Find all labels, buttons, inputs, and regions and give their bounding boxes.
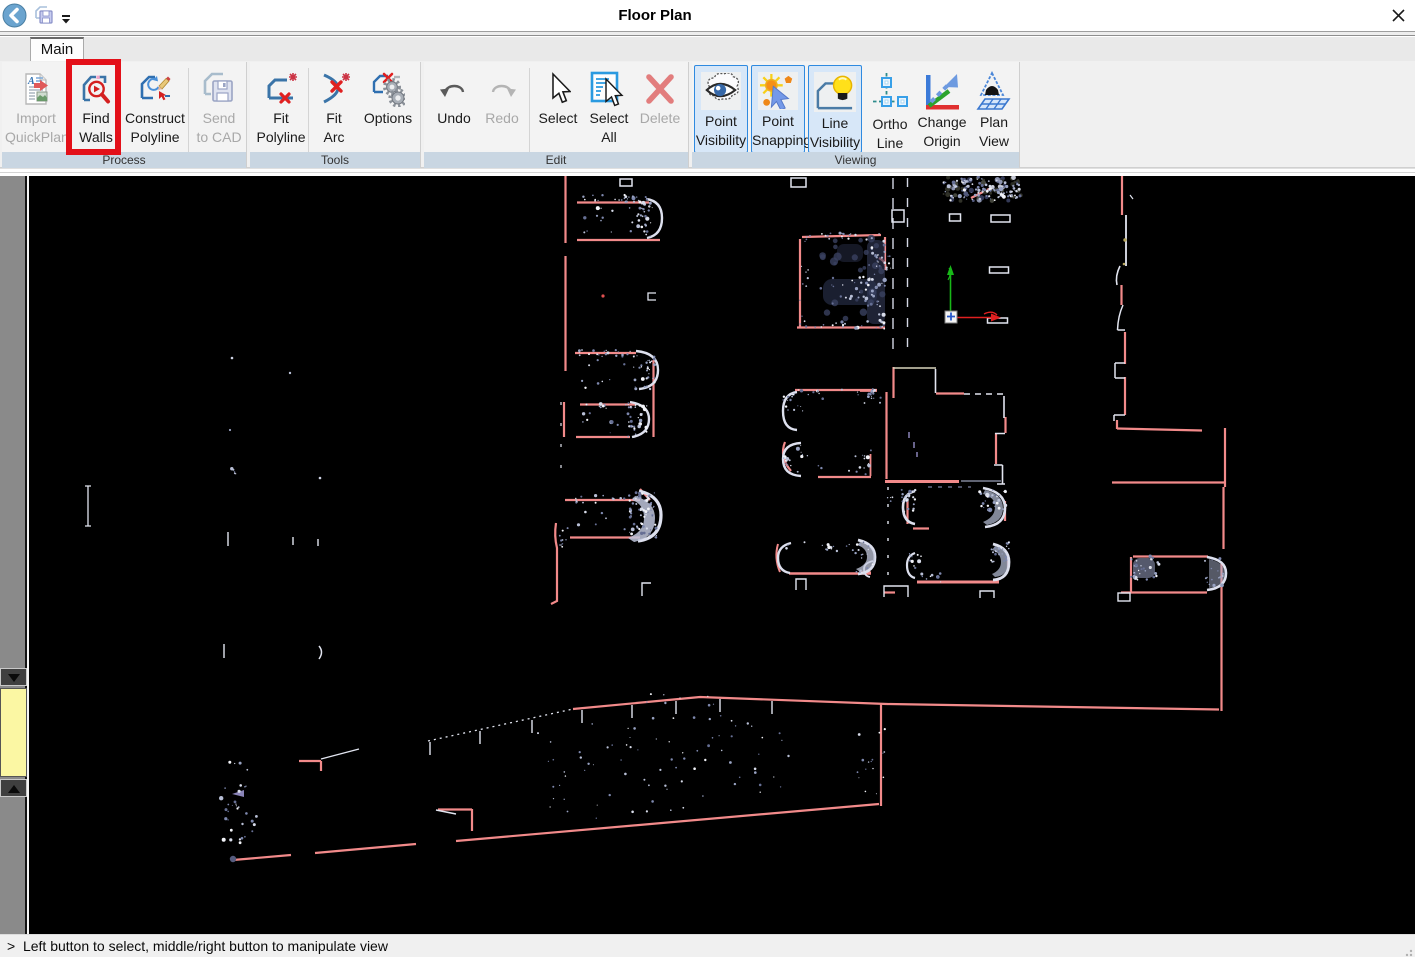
svg-text:A: A [27, 76, 35, 87]
